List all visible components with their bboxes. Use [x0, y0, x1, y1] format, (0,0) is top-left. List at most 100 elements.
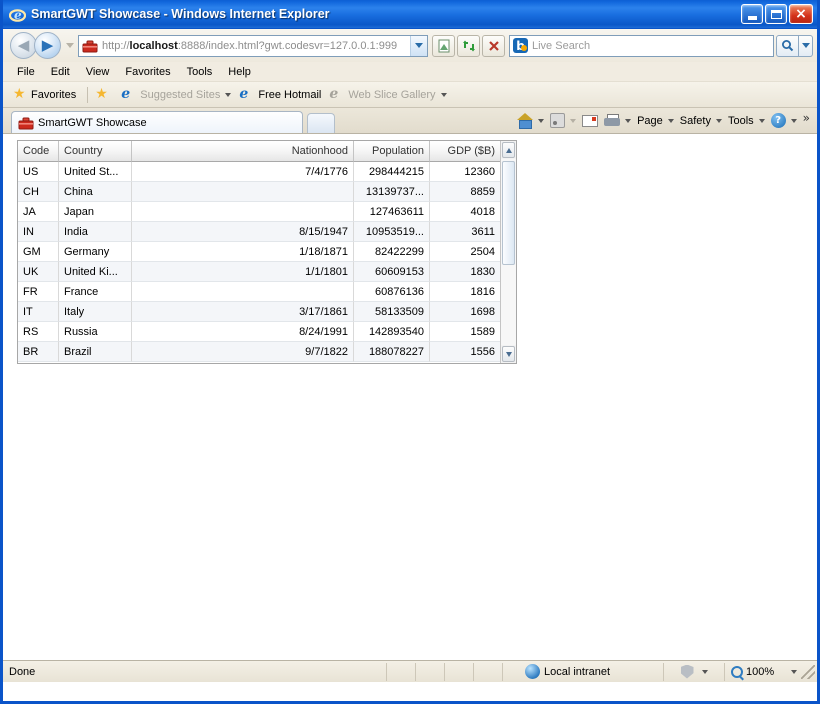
cell-gdp: 4018: [430, 202, 500, 222]
chevron-down-icon[interactable]: [791, 669, 798, 674]
favorites-item-free-hotmail[interactable]: e Free Hotmail: [237, 87, 327, 102]
page-content: Code Country Nationhood Population GDP (…: [3, 133, 817, 660]
search-box[interactable]: b Live Search: [509, 34, 774, 57]
page-menu-button[interactable]: Page: [634, 115, 677, 127]
favorites-item-label: Web Slice Gallery: [348, 88, 436, 101]
favorites-item-web-slice-gallery[interactable]: e Web Slice Gallery: [327, 87, 452, 102]
url-host: localhost: [129, 39, 178, 52]
back-button[interactable]: ◀: [10, 32, 37, 59]
cell-nationhood: 1/1/1801: [132, 262, 354, 282]
scrollbar-thumb[interactable]: [502, 161, 515, 266]
column-header-code[interactable]: Code: [18, 141, 59, 162]
read-mail-button[interactable]: [579, 114, 601, 127]
search-provider-dropdown[interactable]: [799, 34, 813, 57]
command-bar-overflow-button[interactable]: »: [800, 111, 813, 131]
menu-tools[interactable]: Tools: [179, 64, 221, 80]
table-row[interactable]: IN India 8/15/1947 10953519... 3611: [18, 222, 500, 242]
favorites-item-suggested-sites[interactable]: e Suggested Sites: [119, 87, 237, 102]
tab-label: SmartGWT Showcase: [38, 116, 147, 129]
status-bar: Done Local intranet 100%: [3, 660, 817, 682]
countries-list-grid[interactable]: Code Country Nationhood Population GDP (…: [17, 140, 517, 364]
resize-grip[interactable]: [801, 664, 815, 679]
tools-menu-button[interactable]: Tools: [725, 115, 768, 127]
minimize-button[interactable]: [741, 4, 763, 24]
cell-gdp: 1556: [430, 342, 500, 362]
table-row[interactable]: GM Germany 1/18/1871 82422299 2504: [18, 242, 500, 262]
favorites-item-label: Free Hotmail: [258, 88, 322, 101]
menu-edit[interactable]: Edit: [43, 64, 78, 80]
cell-country: Russia: [59, 322, 132, 342]
print-button[interactable]: [601, 114, 634, 127]
tab-smartgwt-showcase[interactable]: SmartGWT Showcase: [11, 111, 303, 133]
chevron-down-icon: [225, 92, 232, 97]
compatibility-view-button[interactable]: [432, 34, 455, 57]
recent-pages-chevron-down-icon[interactable]: [66, 43, 74, 48]
table-row[interactable]: JA Japan 127463611 4018: [18, 202, 500, 222]
search-button[interactable]: [776, 34, 799, 57]
column-header-gdp[interactable]: GDP ($B): [430, 141, 500, 162]
safety-menu-button[interactable]: Safety: [677, 115, 725, 127]
refresh-button[interactable]: [457, 34, 480, 57]
cell-nationhood: 1/18/1871: [132, 242, 354, 262]
grid-vertical-scrollbar[interactable]: [500, 141, 516, 363]
scroll-up-button[interactable]: [502, 142, 515, 158]
forward-button[interactable]: ▶: [34, 32, 61, 59]
cell-gdp: 2504: [430, 242, 500, 262]
status-slot: [445, 663, 473, 681]
maximize-button[interactable]: [765, 4, 787, 24]
column-header-country[interactable]: Country: [59, 141, 132, 162]
status-slot: [416, 663, 444, 681]
security-zone[interactable]: Local intranet: [503, 664, 663, 679]
close-button[interactable]: ×: [789, 4, 813, 24]
menu-view[interactable]: View: [78, 64, 118, 80]
feeds-button[interactable]: [547, 113, 579, 128]
table-row[interactable]: FR France 60876136 1816: [18, 282, 500, 302]
address-url: http://localhost:8888/index.html?gwt.cod…: [102, 40, 410, 52]
protected-mode-indicator[interactable]: [664, 664, 724, 679]
help-menu-button[interactable]: ?: [768, 113, 800, 128]
cell-country: Brazil: [59, 342, 132, 362]
table-row[interactable]: UK United Ki... 1/1/1801 60609153 1830: [18, 262, 500, 282]
cell-country: France: [59, 282, 132, 302]
chevron-down-icon: [701, 669, 708, 674]
zoom-control[interactable]: 100%: [725, 664, 817, 679]
cell-nationhood: [132, 182, 354, 202]
stop-button[interactable]: [482, 34, 505, 57]
cell-gdp: 1830: [430, 262, 500, 282]
cell-gdp: 3611: [430, 222, 500, 242]
cell-population: 127463611: [354, 202, 430, 222]
favorites-button[interactable]: ★ Favorites: [11, 87, 82, 102]
column-header-population[interactable]: Population: [354, 141, 430, 162]
grid-header-row: Code Country Nationhood Population GDP (…: [18, 141, 500, 162]
address-bar[interactable]: http://localhost:8888/index.html?gwt.cod…: [78, 34, 428, 57]
add-to-favorites-bar-button[interactable]: ★: [93, 87, 119, 102]
chevron-down-icon: [790, 118, 797, 123]
cell-code: RS: [18, 322, 59, 342]
cell-population: 10953519...: [354, 222, 430, 242]
cell-code: US: [18, 162, 59, 182]
scroll-down-button[interactable]: [502, 346, 515, 362]
menu-help[interactable]: Help: [220, 64, 259, 80]
chevron-down-icon: [667, 118, 674, 123]
new-tab-button[interactable]: [307, 113, 335, 133]
search-input[interactable]: Live Search: [532, 40, 590, 52]
scrollbar-track[interactable]: [501, 159, 516, 345]
table-row[interactable]: IT Italy 3/17/1861 58133509 1698: [18, 302, 500, 322]
address-dropdown-button[interactable]: [410, 35, 427, 56]
table-row[interactable]: CH China 13139737... 8859: [18, 182, 500, 202]
toolbox-icon: [82, 39, 98, 53]
home-button[interactable]: [513, 113, 547, 129]
column-header-nationhood[interactable]: Nationhood: [132, 141, 354, 162]
table-row[interactable]: BR Brazil 9/7/1822 188078227 1556: [18, 342, 500, 362]
table-row[interactable]: US United St... 7/4/1776 298444215 12360: [18, 162, 500, 182]
menu-file[interactable]: File: [9, 64, 43, 80]
ie-icon: e: [329, 86, 339, 102]
chevron-down-icon: [625, 118, 632, 123]
cell-country: Germany: [59, 242, 132, 262]
table-row[interactable]: RS Russia 8/24/1991 142893540 1589: [18, 322, 500, 342]
back-arrow-icon: ◀: [17, 36, 30, 54]
menu-favorites[interactable]: Favorites: [117, 64, 178, 80]
home-icon: [516, 113, 534, 129]
cell-code: GM: [18, 242, 59, 262]
cell-population: 298444215: [354, 162, 430, 182]
